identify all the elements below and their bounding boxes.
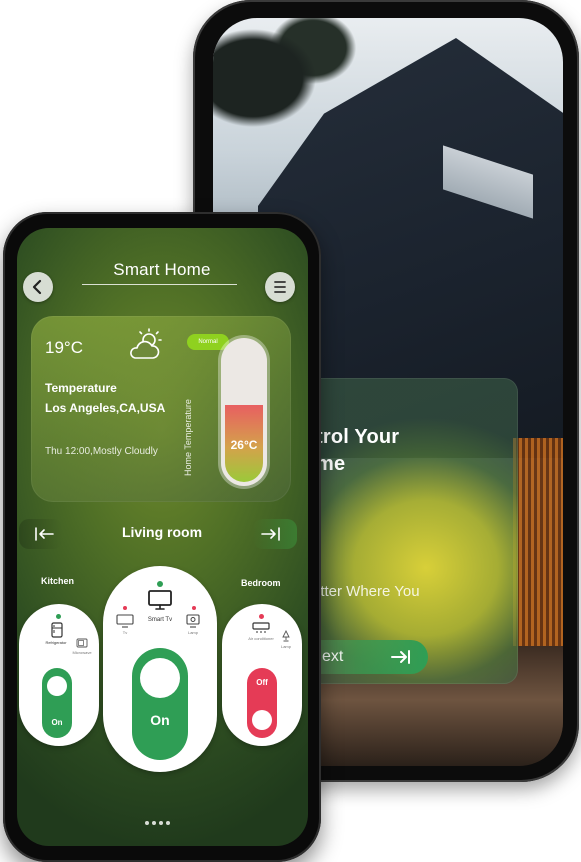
- refrigerator-label: Refrigerator: [45, 640, 67, 645]
- kitchen-device-card: Refrigerator Microwave On: [19, 604, 99, 746]
- living-room-device-card: Smart Tv Tv Lamp On: [103, 566, 217, 772]
- living-room-toggle[interactable]: On: [132, 648, 188, 760]
- status-dot: [157, 581, 163, 587]
- page-dot: [166, 821, 170, 825]
- current-room-title: Living room: [121, 524, 203, 540]
- air-conditioner-label: Air conditioner: [248, 636, 274, 641]
- partly-cloudy-icon: [130, 328, 162, 359]
- toggle-knob: [252, 710, 272, 730]
- title-underline: [82, 284, 237, 285]
- page-dot: [152, 821, 156, 825]
- page-indicator: [145, 812, 185, 825]
- page-dot: [159, 821, 163, 825]
- home-temperature-gauge: 26°C: [221, 338, 267, 486]
- kitchen-toggle[interactable]: On: [42, 668, 72, 738]
- bedroom-device-card: Air conditioner Lamp Off: [222, 604, 302, 746]
- wood-wall: [513, 438, 563, 668]
- smart-tv-icon: [148, 590, 172, 610]
- outdoor-temperature: 19°C: [45, 338, 83, 357]
- status-dot: [192, 606, 196, 610]
- next-room-button[interactable]: [253, 519, 297, 549]
- arrow-left-bar-icon: [35, 527, 54, 541]
- home-temperature-value: 26°C: [230, 438, 258, 452]
- status-dot: [123, 606, 127, 610]
- arrow-right-bar-icon: [391, 650, 410, 664]
- room-label-kitchen: Kitchen: [41, 576, 75, 586]
- front-phone-screen: Smart Home 19°C Temperature Los Angeles,…: [17, 228, 308, 846]
- location-label: Los Angeles,CA,USA: [45, 401, 166, 415]
- toggle-label: On: [150, 712, 170, 728]
- onboarding-subtitle: atter Where You: [312, 583, 420, 600]
- refrigerator-icon: [51, 622, 63, 638]
- weather-status: Thu 12:00,Mostly Cloudly: [45, 446, 158, 457]
- lamp-icon: [282, 630, 290, 642]
- previous-room-button[interactable]: [19, 519, 63, 549]
- page-dot: [145, 821, 149, 825]
- weather-card: 19°C Temperature Los Angeles,CA,USA Thu …: [31, 316, 291, 502]
- menu-icon: [274, 281, 286, 293]
- temperature-label: Temperature: [45, 381, 117, 395]
- smart-tv-label: Smart Tv: [147, 617, 173, 623]
- toggle-label: Off: [256, 678, 268, 687]
- bedroom-toggle[interactable]: Off: [247, 668, 277, 738]
- toggle-label: On: [51, 718, 63, 727]
- page-title: Smart Home: [113, 260, 211, 279]
- status-dot: [259, 614, 264, 619]
- home-temperature-label: Home Temperature: [183, 399, 193, 476]
- next-label: ext: [322, 648, 344, 665]
- arrow-right-bar-icon: [261, 527, 280, 541]
- tv-label: Tv: [122, 630, 128, 635]
- menu-button[interactable]: [265, 272, 295, 302]
- chevron-left-icon: [32, 279, 42, 295]
- microwave-label: Microwave: [72, 650, 92, 655]
- back-button[interactable]: [23, 272, 53, 302]
- tv-icon: [116, 614, 134, 628]
- microwave-icon: [76, 638, 88, 648]
- air-conditioner-icon: [252, 622, 270, 633]
- status-badge: Normal: [187, 334, 229, 350]
- toggle-knob: [47, 676, 67, 696]
- status-dot: [56, 614, 61, 619]
- onboarding-card: trol Your me atter Where You ext: [296, 378, 518, 684]
- lamp-label: Lamp: [187, 630, 198, 635]
- room-label-bedroom: Bedroom: [241, 578, 281, 588]
- lamp-device-icon: [186, 614, 200, 628]
- onboarding-title: trol Your me: [316, 426, 400, 475]
- toggle-knob: [140, 658, 180, 698]
- lamp-label: Lamp: [280, 644, 291, 649]
